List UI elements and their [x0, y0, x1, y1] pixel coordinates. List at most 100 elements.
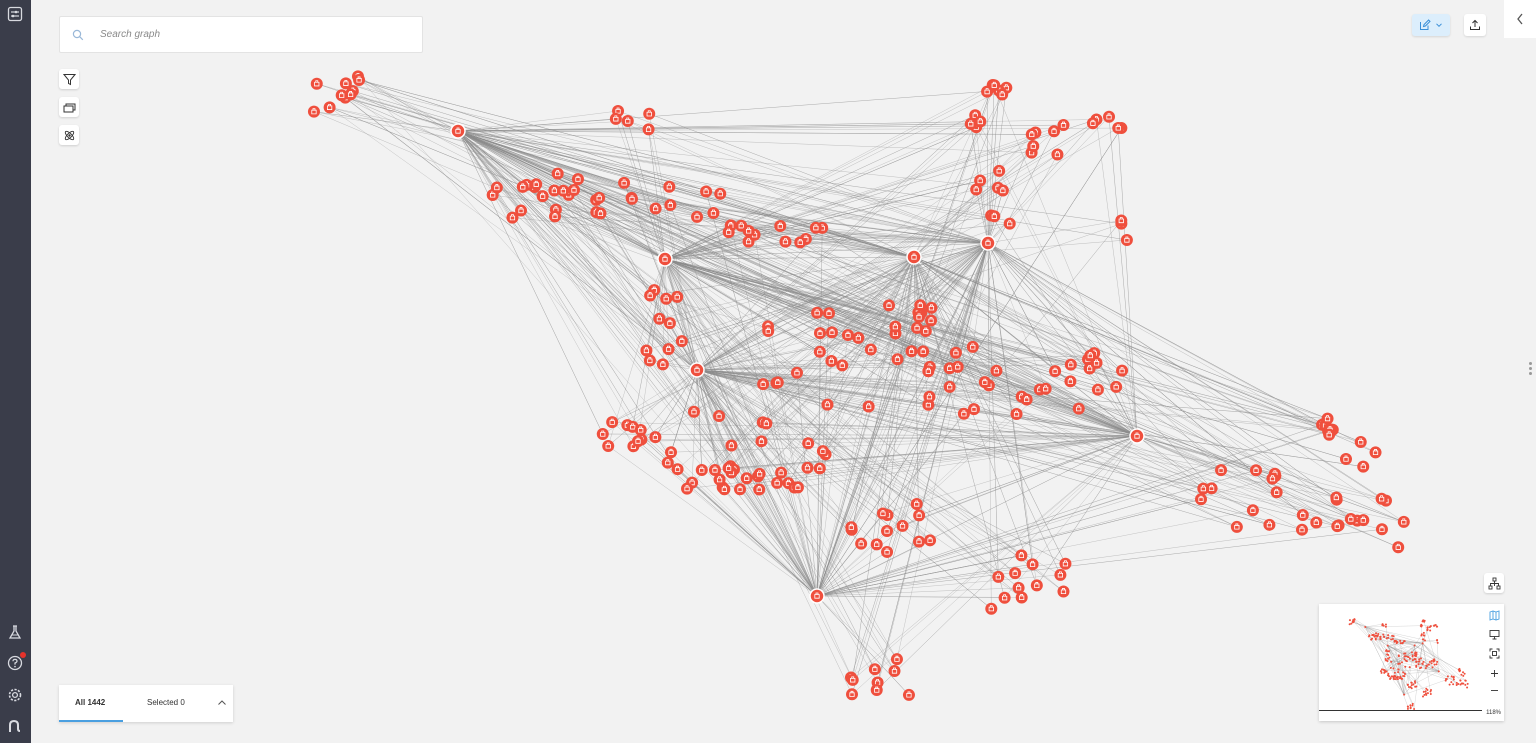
graph-node[interactable]	[951, 360, 964, 373]
graph-node[interactable]	[775, 466, 788, 479]
graph-node[interactable]	[870, 684, 883, 697]
graph-node[interactable]	[868, 663, 881, 676]
presentation-button[interactable]	[1487, 627, 1501, 641]
graph-node[interactable]	[653, 312, 666, 325]
graph-node[interactable]	[1049, 365, 1062, 378]
graph-edge[interactable]	[664, 258, 824, 452]
graph-node[interactable]	[671, 290, 684, 303]
graph-edge[interactable]	[457, 130, 1351, 520]
graph-node[interactable]	[836, 359, 849, 372]
graph-node[interactable]	[996, 88, 1009, 101]
graph-node[interactable]	[722, 462, 735, 475]
graph-node[interactable]	[985, 602, 998, 615]
graph-node[interactable]	[1375, 492, 1388, 505]
graph-node[interactable]	[910, 498, 923, 511]
graph-edge[interactable]	[536, 184, 818, 597]
graph-node[interactable]	[881, 524, 894, 537]
graph-visualization[interactable]	[31, 0, 1536, 743]
graph-node[interactable]	[1116, 364, 1129, 377]
graph-node[interactable]	[949, 346, 962, 359]
graph-node[interactable]	[825, 326, 838, 339]
graph-node[interactable]	[967, 403, 980, 416]
chevron-up-icon[interactable]	[217, 698, 227, 708]
graph-node[interactable]	[846, 688, 859, 701]
graph-hub-node[interactable]	[906, 249, 922, 265]
graph-node[interactable]	[845, 521, 858, 534]
graph-node[interactable]	[625, 192, 638, 205]
graph-node[interactable]	[1266, 472, 1279, 485]
graph-node[interactable]	[1392, 541, 1405, 554]
graph-edge[interactable]	[739, 489, 818, 597]
graph-node[interactable]	[998, 591, 1011, 604]
graph-node[interactable]	[596, 428, 609, 441]
graph-node[interactable]	[1084, 349, 1097, 362]
tab-selected[interactable]: Selected 0	[147, 698, 185, 707]
gear-icon[interactable]	[5, 685, 25, 705]
graph-node[interactable]	[996, 184, 1009, 197]
edit-mode-button[interactable]	[1412, 14, 1450, 36]
graph-hub-node[interactable]	[657, 251, 673, 267]
graph-node[interactable]	[974, 174, 987, 187]
graph-node[interactable]	[740, 472, 753, 485]
graph-node[interactable]	[571, 173, 584, 186]
graph-node[interactable]	[1354, 435, 1367, 448]
graph-node[interactable]	[643, 107, 656, 120]
graph-node[interactable]	[816, 445, 829, 458]
settings-panel-icon[interactable]	[5, 4, 25, 24]
graph-node[interactable]	[896, 519, 909, 532]
graph-node[interactable]	[988, 210, 1001, 223]
graph-node[interactable]	[515, 204, 528, 217]
fit-screen-button[interactable]	[1487, 646, 1501, 660]
graph-node[interactable]	[1020, 393, 1033, 406]
graph-node[interactable]	[1339, 453, 1352, 466]
graph-node[interactable]	[594, 207, 607, 220]
graph-node[interactable]	[814, 327, 827, 340]
graph-node[interactable]	[1397, 515, 1410, 528]
lab-flask-icon[interactable]	[5, 622, 25, 642]
graph-node[interactable]	[966, 340, 979, 353]
zoom-out-button[interactable]	[1487, 683, 1501, 697]
graph-edge[interactable]	[987, 242, 1404, 523]
graph-node[interactable]	[925, 314, 938, 327]
graph-node[interactable]	[1103, 110, 1116, 123]
graph-node[interactable]	[606, 416, 619, 429]
graph-node[interactable]	[813, 462, 826, 475]
graph-node[interactable]	[664, 199, 677, 212]
graph-edge[interactable]	[329, 107, 698, 371]
graph-node[interactable]	[649, 202, 662, 215]
graph-node[interactable]	[913, 535, 926, 548]
graph-node[interactable]	[1357, 514, 1370, 527]
graph-node[interactable]	[1230, 520, 1243, 533]
graph-node[interactable]	[1010, 407, 1023, 420]
graph-node[interactable]	[307, 105, 320, 118]
graph-node[interactable]	[774, 220, 787, 233]
graph-node[interactable]	[1064, 358, 1077, 371]
graph-node[interactable]	[876, 507, 889, 520]
graph-edge[interactable]	[664, 258, 795, 488]
graph-edge[interactable]	[913, 256, 1358, 521]
graph-node[interactable]	[722, 226, 735, 239]
graph-node[interactable]	[1369, 446, 1382, 459]
graph-hub-node[interactable]	[689, 362, 705, 378]
graph-node[interactable]	[642, 123, 655, 136]
search-input[interactable]	[98, 28, 402, 41]
graph-node[interactable]	[323, 101, 336, 114]
graph-node[interactable]	[990, 364, 1003, 377]
graph-edge[interactable]	[457, 130, 760, 490]
graph-node[interactable]	[917, 345, 930, 358]
map-button[interactable]	[1487, 608, 1501, 622]
graph-node[interactable]	[713, 410, 726, 423]
graph-node[interactable]	[1015, 549, 1028, 562]
graph-node[interactable]	[557, 184, 570, 197]
graph-edge[interactable]	[987, 242, 1330, 435]
graph-node[interactable]	[993, 164, 1006, 177]
graph-node[interactable]	[755, 435, 768, 448]
graph-node[interactable]	[801, 461, 814, 474]
graph-node[interactable]	[675, 335, 688, 348]
graph-edge[interactable]	[457, 130, 809, 444]
graph-node[interactable]	[602, 439, 615, 452]
graph-node[interactable]	[1009, 567, 1022, 580]
graph-node[interactable]	[1012, 581, 1025, 594]
graph-node[interactable]	[922, 365, 935, 378]
graph-node[interactable]	[821, 398, 834, 411]
